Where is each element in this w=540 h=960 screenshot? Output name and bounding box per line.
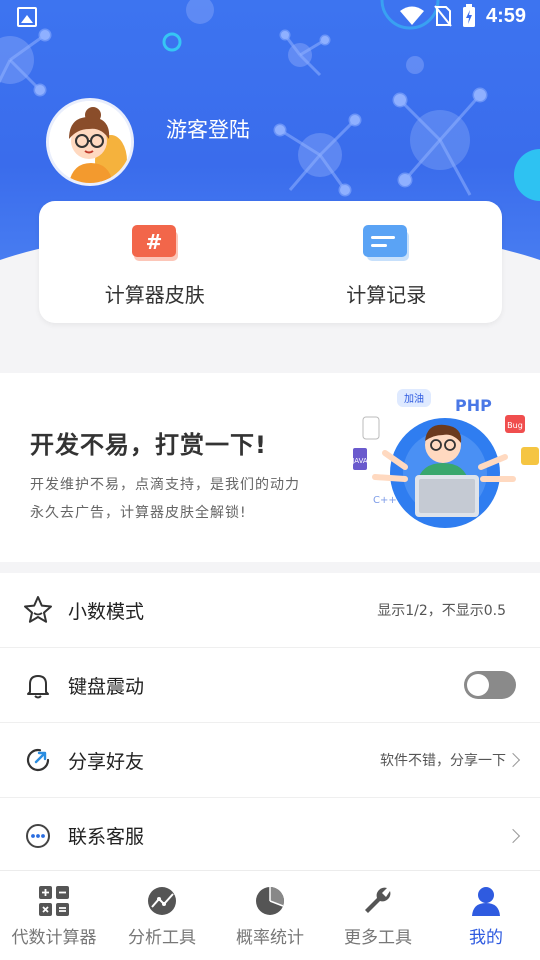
chevron-right-icon <box>505 752 521 768</box>
clock: 4:59 <box>485 4 526 27</box>
settings-row-value: 软件不错，分享一下 <box>380 753 506 769</box>
image-icon <box>17 7 37 27</box>
quick-action-label: 计算记录 <box>346 283 427 307</box>
tab-more-tools[interactable]: 更多工具 <box>324 871 432 960</box>
settings-row-label: 小数模式 <box>68 600 145 623</box>
pie-chart-icon <box>256 887 284 915</box>
guest-login-link[interactable]: 游客登陆 <box>166 114 250 144</box>
settings-row-label: 键盘震动 <box>68 675 145 698</box>
calculator-icon <box>39 886 69 916</box>
wifi-icon <box>399 6 424 25</box>
settings-row-label: 联系客服 <box>68 826 145 848</box>
tab-probability-statistics[interactable]: 概率统计 <box>216 871 324 960</box>
tab-label: 概率统计 <box>236 928 304 948</box>
no-sim-icon <box>434 5 452 27</box>
wrench-icon <box>365 887 391 913</box>
status-bar: 4:59 <box>0 0 540 36</box>
settings-row-label: 分享好友 <box>68 750 145 773</box>
banner-title: 开发不易，打赏一下! <box>30 431 267 459</box>
cheer-tag: 加油 <box>404 392 424 405</box>
developer-illustration: JAVA 加油 PHP Bug C++ <box>351 389 539 528</box>
java-tag: JAVA <box>351 457 368 465</box>
star-icon <box>24 596 52 623</box>
settings-list: 小数模式 显示1/2，不显示0.5 键盘震动 分享好友 软件不错，分享一下 联系… <box>0 573 540 870</box>
quick-action-calc-history[interactable]: 计算记录 <box>271 201 503 323</box>
battery-charging-icon <box>462 4 475 27</box>
bug-tag: Bug <box>507 421 523 430</box>
settings-row-keyboard-vibration: 键盘震动 <box>0 648 540 723</box>
quick-actions-card: # 计算器皮肤 计算记录 <box>39 201 502 323</box>
donate-banner[interactable]: 开发不易，打赏一下! 开发维护不易，点滴支持，是我们的动力 永久去广告，计算器皮… <box>0 373 540 562</box>
chevron-right-icon <box>505 828 521 843</box>
chat-icon <box>26 823 50 848</box>
hash-skin-icon: # <box>131 225 178 261</box>
settings-row-share[interactable]: 分享好友 软件不错，分享一下 <box>0 723 540 798</box>
banner-subtitle-1: 开发维护不易，点滴支持，是我们的动力 <box>30 477 300 493</box>
cpp-tag: C++ <box>373 495 397 506</box>
app-root: 4:59 游客登陆 # 计算器皮肤 计算记录 开发不易，打赏一下! 开发维护不易… <box>0 0 540 960</box>
tab-label: 分析工具 <box>128 928 196 948</box>
quick-action-calculator-skin[interactable]: # 计算器皮肤 <box>39 201 271 323</box>
avatar[interactable] <box>46 98 134 186</box>
tab-label: 更多工具 <box>344 928 412 948</box>
keyboard-vibration-toggle[interactable] <box>464 671 516 699</box>
girl-avatar-illustration <box>49 101 131 183</box>
tab-label: 代数计算器 <box>11 928 97 948</box>
tab-analysis-tools[interactable]: 分析工具 <box>108 871 216 960</box>
settings-row-value: 显示1/2，不显示0.5 <box>377 603 506 619</box>
share-icon <box>26 748 50 772</box>
settings-row-contact-support[interactable]: 联系客服 <box>0 798 540 873</box>
tab-label: 我的 <box>469 928 503 948</box>
settings-row-decimal-mode[interactable]: 小数模式 显示1/2，不显示0.5 <box>0 573 540 648</box>
record-list-icon <box>363 225 410 261</box>
user-icon <box>472 887 500 916</box>
svg-text:#: # <box>145 230 162 254</box>
banner-subtitle-2: 永久去广告，计算器皮肤全解锁! <box>30 505 247 521</box>
tab-mine[interactable]: 我的 <box>432 871 540 960</box>
tab-algebra-calculator[interactable]: 代数计算器 <box>0 871 108 960</box>
bell-icon <box>27 675 49 699</box>
toggle-knob <box>467 674 489 696</box>
bottom-tab-bar: 代数计算器 分析工具 概率统计 更多工具 我的 <box>0 870 540 960</box>
analysis-icon <box>148 887 176 915</box>
php-tag: PHP <box>455 396 492 415</box>
quick-action-label: 计算器皮肤 <box>104 283 205 307</box>
